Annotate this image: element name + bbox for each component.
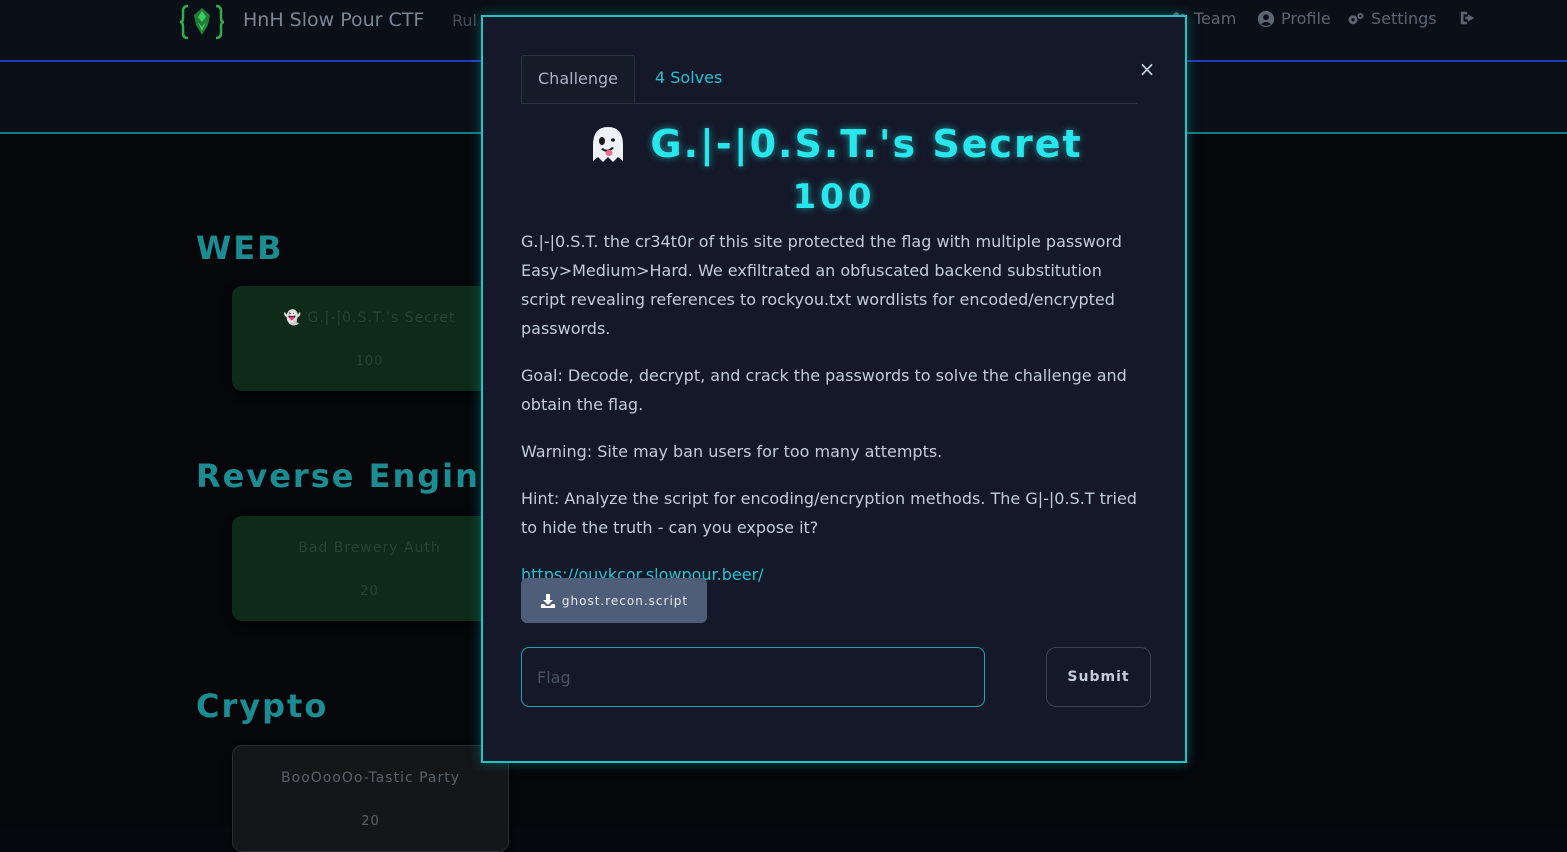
nav-logout-link[interactable]	[1459, 9, 1477, 27]
download-file-button[interactable]: ghost.recon.script	[521, 578, 707, 623]
download-icon	[540, 593, 555, 608]
nav-settings-label: Settings	[1371, 9, 1437, 28]
challenge-card-value: 20	[361, 814, 380, 829]
challenge-card-name: Bad Brewery Auth	[298, 540, 441, 556]
description-warning: Warning: Site may ban users for too many…	[521, 442, 943, 461]
description-goal: Goal: Decode, decrypt, and crack the pas…	[521, 366, 1127, 414]
challenge-card-bad-brewery-auth[interactable]: Bad Brewery Auth 20	[232, 516, 507, 621]
challenge-card-ghost-secret[interactable]: 👻 G.|-|0.S.T.'s Secret 100	[232, 286, 507, 391]
hop-logo-icon[interactable]	[180, 3, 224, 41]
nav-settings-link[interactable]: Settings	[1347, 9, 1437, 28]
challenge-card-name: 👻 G.|-|0.S.T.'s Secret	[283, 310, 456, 326]
tab-solves[interactable]: 4 Solves	[655, 55, 722, 103]
submit-button[interactable]: Submit	[1046, 647, 1151, 707]
file-name: ghost.recon.script	[561, 593, 689, 608]
description-paragraph: G.|-|0.S.T. the cr34t0r of this site pro…	[521, 232, 1122, 338]
challenge-title: G.|-|0.S.T.'s Secret	[650, 122, 1083, 166]
nav-profile-link[interactable]: Profile	[1257, 9, 1331, 28]
nav-team-label: Team	[1194, 9, 1237, 28]
nav-profile-label: Profile	[1281, 9, 1331, 28]
modal-tabs: Challenge 4 Solves	[521, 55, 1137, 104]
category-title-web: WEB	[196, 229, 284, 267]
flag-input[interactable]	[521, 647, 985, 707]
challenge-card-name: BooOooOo-Tastic Party	[280, 770, 461, 786]
challenge-modal: Challenge 4 Solves × G.|-|0.S.T.'s Secre…	[481, 15, 1187, 763]
challenge-points: 100	[792, 177, 876, 217]
challenge-description: G.|-|0.S.T. the cr34t0r of this site pro…	[521, 227, 1149, 607]
category-title-crypto: Crypto	[196, 687, 329, 725]
nav-rules-link[interactable]: Rul	[452, 11, 477, 30]
tab-challenge[interactable]: Challenge	[521, 55, 635, 103]
user-circle-icon	[1257, 10, 1275, 27]
challenge-card-value: 20	[360, 584, 379, 599]
close-icon[interactable]: ×	[1137, 59, 1157, 79]
challenge-card-value: 100	[355, 354, 384, 369]
ghost-icon	[593, 127, 624, 162]
cogs-icon	[1348, 12, 1364, 24]
brand-name[interactable]: HnH Slow Pour CTF	[243, 9, 424, 31]
challenge-title-row: G.|-|0.S.T.'s Secret	[483, 121, 1185, 167]
challenge-card-boo-tastic-party[interactable]: BooOooOo-Tastic Party 20	[232, 745, 509, 852]
description-hint: Hint: Analyze the script for encoding/en…	[521, 489, 1137, 537]
category-title-reverse-engineering: Reverse Engin	[196, 457, 480, 495]
sign-out-icon	[1460, 11, 1475, 25]
